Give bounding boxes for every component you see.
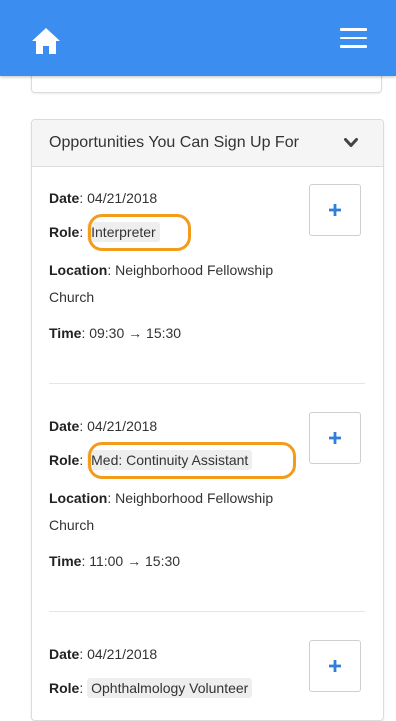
- add-opportunity-button[interactable]: [309, 412, 361, 464]
- hamburger-menu-icon: [340, 28, 367, 31]
- chevron-down-icon[interactable]: [344, 138, 358, 148]
- home-button[interactable]: [31, 27, 61, 55]
- date-line: Date: 04/21/2018: [49, 190, 158, 206]
- panel-title: Opportunities You Can Sign Up For: [49, 134, 299, 151]
- location-line: Location: Neighborhood Fellowship: [49, 490, 274, 506]
- location-line-2: Church: [49, 289, 95, 305]
- panel-heading[interactable]: Opportunities You Can Sign Up For: [32, 120, 383, 167]
- menu-button[interactable]: [340, 28, 367, 50]
- time-line: Time: 09:30 → 15:30: [49, 325, 182, 341]
- top-navbar: [0, 0, 396, 76]
- role-badge: Ophthalmology Volunteer: [87, 678, 253, 698]
- time-line: Time: 11:00 → 15:30: [49, 553, 181, 569]
- divider: [49, 611, 365, 612]
- role-line: Role: Ophthalmology Volunteer: [49, 678, 253, 698]
- plus-icon: [329, 432, 341, 444]
- opportunities-panel: Opportunities You Can Sign Up For Date: …: [31, 119, 384, 721]
- role-line: Role: Interpreter: [49, 222, 160, 242]
- role-line: Role: Med: Continuity Assistant: [49, 450, 253, 470]
- add-opportunity-button[interactable]: [309, 184, 361, 236]
- role-badge: Interpreter: [87, 222, 160, 242]
- add-opportunity-button[interactable]: [309, 640, 361, 692]
- home-icon: [32, 28, 60, 54]
- plus-icon: [329, 660, 341, 672]
- date-line: Date: 04/21/2018: [49, 646, 158, 662]
- divider: [49, 383, 365, 384]
- date-line: Date: 04/21/2018: [49, 418, 158, 434]
- plus-icon: [329, 204, 341, 216]
- role-badge: Med: Continuity Assistant: [87, 450, 253, 470]
- location-line-2: Church: [49, 517, 95, 533]
- location-line: Location: Neighborhood Fellowship: [49, 262, 274, 278]
